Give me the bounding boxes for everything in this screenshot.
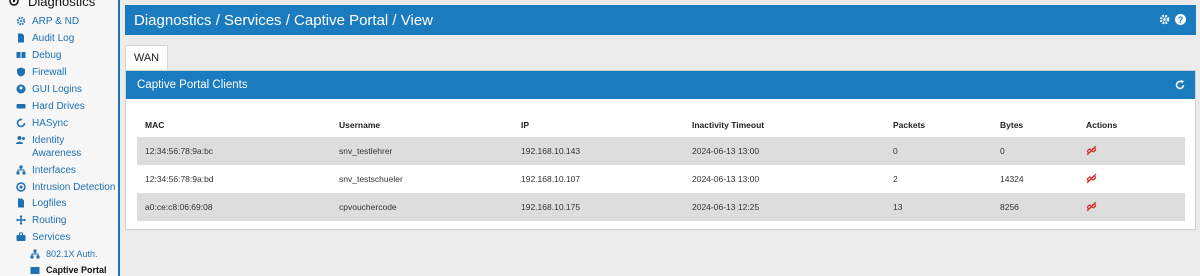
sidebar-item-services[interactable]: Services — [0, 231, 118, 244]
sidebar-item-logfiles[interactable]: Logfiles — [0, 197, 118, 210]
network-icon — [30, 249, 40, 259]
table-row: 12:34:56:78:9a:bc snv_testlehrer 192.168… — [137, 137, 1185, 165]
panel-header: Captive Portal Clients — [126, 71, 1195, 99]
cell-username: cpvouchercode — [331, 193, 513, 221]
briefcase-icon — [30, 267, 40, 274]
tab-wan[interactable]: WAN — [125, 45, 168, 70]
sidebar-section-diagnostics[interactable]: Diagnostics — [0, 0, 118, 10]
table-row: 12:34:56:78:9a:bd snv_testschueler 192.1… — [137, 165, 1185, 193]
file-icon — [18, 33, 24, 43]
cell-bytes: 0 — [992, 137, 1078, 165]
cell-ip: 192.168.10.175 — [513, 193, 684, 221]
sidebar-item-audit-log[interactable]: Audit Log — [0, 32, 118, 45]
tab-label: WAN — [133, 52, 160, 64]
user-circle-icon — [16, 84, 26, 94]
sidebar-item-label: Hard Drives — [32, 101, 85, 112]
cell-timeout: 2024-06-13 12:25 — [684, 193, 885, 221]
disconnect-icon[interactable] — [1086, 173, 1097, 184]
sidebar-item-label: Routing — [32, 215, 67, 226]
svg-text:?: ? — [1178, 15, 1183, 25]
breadcrumb: Diagnostics / Services / Captive Portal … — [134, 11, 434, 29]
help-icon[interactable]: ? — [1175, 14, 1186, 25]
cell-actions — [1078, 137, 1185, 165]
gear-icon — [16, 16, 26, 26]
sidebar-item-label: Services — [32, 232, 71, 243]
sync-icon — [16, 118, 26, 128]
column-header-mac[interactable]: MAC — [137, 113, 331, 138]
column-header-packets[interactable]: Packets — [885, 113, 992, 138]
refresh-icon[interactable] — [1175, 80, 1185, 90]
cell-ip: 192.168.10.107 — [513, 165, 684, 193]
sidebar-item-routing[interactable]: Routing — [0, 214, 118, 227]
sidebar-item-label: Firewall — [32, 67, 67, 78]
disconnect-icon[interactable] — [1086, 145, 1097, 156]
cell-actions — [1078, 193, 1185, 221]
cell-bytes: 8256 — [992, 193, 1078, 221]
cell-username: snv_testschueler — [331, 165, 513, 193]
sidebar-item-gui-logins[interactable]: GUI Logins — [0, 83, 118, 96]
sidebar-item-label: Debug — [32, 50, 62, 61]
arrows-icon — [16, 215, 26, 225]
page-header: Diagnostics / Services / Captive Portal … — [125, 5, 1196, 35]
sidebar-item-debug[interactable]: Debug — [0, 49, 118, 62]
cell-packets: 2 — [885, 165, 992, 193]
sidebar-item-label: HASync — [32, 118, 69, 129]
gear-icon[interactable] — [1159, 14, 1170, 25]
cell-packets: 13 — [885, 193, 992, 221]
cell-actions — [1078, 165, 1185, 193]
sidebar-item-identity-awareness[interactable]: Identity Awareness — [0, 134, 112, 160]
cell-timeout: 2024-06-13 13:00 — [684, 165, 885, 193]
sidebar-item-label: GUI Logins — [32, 84, 83, 95]
column-header-bytes[interactable]: Bytes — [992, 113, 1078, 138]
sidebar-item-intrusion-detection[interactable]: Intrusion Detection — [0, 181, 118, 194]
book-icon — [16, 52, 26, 58]
cell-username: snv_testlehrer — [331, 137, 513, 165]
sidebar: Diagnostics ARP & ND Audit Log Debug Fir… — [0, 0, 120, 276]
column-header-ip[interactable]: IP — [513, 113, 684, 138]
sidebar-item-label: Intrusion Detection — [32, 182, 116, 193]
hard-drive-icon — [16, 104, 26, 109]
sidebar-item-8021x-auth[interactable]: 802.1X Auth. — [0, 248, 118, 261]
sidebar-item-label: Captive Portal — [46, 265, 107, 275]
shield-icon — [17, 67, 25, 77]
clients-table: MAC Username IP Inactivity Timeout Packe… — [137, 113, 1185, 221]
target-icon — [16, 182, 26, 192]
table-row: a0:ce:c8:06:69:08 cpvouchercode 192.168.… — [137, 193, 1185, 221]
disconnect-icon[interactable] — [1086, 201, 1097, 212]
column-header-inactivity-timeout[interactable]: Inactivity Timeout — [684, 113, 885, 138]
sidebar-item-label: ARP & ND — [32, 16, 80, 27]
cell-mac: 12:34:56:78:9a:bd — [137, 165, 331, 193]
sidebar-item-interfaces[interactable]: Interfaces — [0, 164, 118, 177]
sidebar-item-label: 802.1X Auth. — [46, 249, 98, 259]
cell-packets: 0 — [885, 137, 992, 165]
sidebar-item-arp-nd[interactable]: ARP & ND — [0, 15, 118, 28]
panel-title: Captive Portal Clients — [137, 79, 248, 91]
cell-timeout: 2024-06-13 13:00 — [684, 137, 885, 165]
sidebar-item-firewall[interactable]: Firewall — [0, 66, 118, 79]
captive-portal-clients-panel: Captive Portal Clients MAC Username IP I… — [125, 70, 1196, 230]
sidebar-item-label: Identity Awareness — [32, 135, 82, 159]
cell-bytes: 14324 — [992, 165, 1078, 193]
sidebar-item-hasync[interactable]: HASync — [0, 117, 118, 130]
sidebar-item-label: Audit Log — [32, 33, 75, 44]
column-header-username[interactable]: Username — [331, 113, 513, 138]
stethoscope-icon — [9, 0, 19, 6]
users-icon — [16, 136, 25, 144]
sidebar-item-label: Logfiles — [32, 198, 67, 209]
sidebar-item-captive-portal[interactable]: Captive Portal — [0, 264, 118, 276]
sidebar-header-label: Diagnostics — [28, 0, 96, 9]
cell-mac: 12:34:56:78:9a:bc — [137, 137, 331, 165]
network-icon — [16, 165, 26, 175]
cell-mac: a0:ce:c8:06:69:08 — [137, 193, 331, 221]
table-header-row: MAC Username IP Inactivity Timeout Packe… — [137, 113, 1185, 138]
sidebar-item-label: Interfaces — [32, 165, 76, 176]
cell-ip: 192.168.10.143 — [513, 137, 684, 165]
column-header-actions: Actions — [1078, 113, 1185, 138]
file-icon — [18, 198, 24, 208]
briefcase-icon — [16, 232, 26, 241]
sidebar-item-hard-drives[interactable]: Hard Drives — [0, 100, 118, 113]
